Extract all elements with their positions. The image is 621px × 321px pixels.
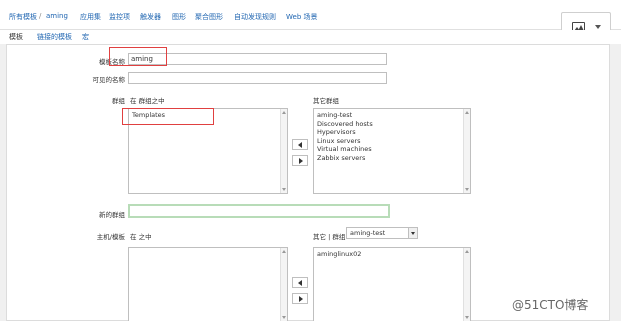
applications-link[interactable]: 应用集: [80, 12, 101, 22]
scrollbar[interactable]: [463, 248, 470, 321]
move-left-button[interactable]: [292, 139, 308, 150]
scrollbar[interactable]: [280, 109, 287, 193]
list-item[interactable]: aming-test: [317, 111, 467, 120]
template-name-input[interactable]: aming: [128, 53, 387, 65]
graphs-link[interactable]: 图形: [172, 12, 186, 22]
template-form: [6, 44, 610, 321]
new-group-label: 新的群组: [99, 211, 125, 219]
tab-bar: 模板 链接的模板 宏: [0, 30, 621, 45]
triggers-link[interactable]: 触发器: [140, 12, 161, 22]
groups-in-list[interactable]: Templates: [128, 108, 288, 194]
list-item[interactable]: Zabbix servers: [317, 154, 467, 163]
top-nav-bar: 所有模板 / aming 应用集 监控项 触发器 图形 聚合图形 自动发现规则 …: [0, 0, 621, 30]
web-scenarios-link[interactable]: Web 场景: [286, 12, 318, 22]
move-right-button[interactable]: [292, 155, 308, 166]
tab-linked-templates[interactable]: 链接的模板: [37, 32, 72, 42]
list-item[interactable]: Linux servers: [317, 137, 467, 146]
groups-in-label: 在 群组之中: [130, 97, 165, 105]
move-right-button[interactable]: [292, 293, 308, 304]
discovery-rules-link[interactable]: 自动发现规则: [234, 12, 276, 22]
tab-template[interactable]: 模板: [9, 32, 23, 45]
template-name-label: 模板名称: [99, 58, 125, 66]
other-groups-list[interactable]: aming-test Discovered hosts Hypervisors …: [313, 108, 471, 194]
other-groups-label: 其它群组: [313, 97, 339, 105]
visible-name-input[interactable]: [128, 72, 387, 84]
move-left-button[interactable]: [292, 277, 308, 288]
scrollbar[interactable]: [463, 109, 470, 193]
screens-link[interactable]: 聚合图形: [195, 12, 223, 22]
tab-macros[interactable]: 宏: [82, 32, 89, 42]
chevron-down-icon: [408, 228, 417, 238]
groups-label: 群组: [112, 97, 125, 105]
watermark: @51CTO博客: [512, 298, 589, 312]
list-item[interactable]: Hypervisors: [317, 128, 467, 137]
hosts-templates-label: 主机/模板: [96, 233, 125, 241]
current-template-link[interactable]: aming: [46, 12, 68, 20]
list-item[interactable]: Discovered hosts: [317, 120, 467, 129]
host-group-select[interactable]: aming-test: [346, 227, 418, 239]
items-link[interactable]: 监控项: [109, 12, 130, 22]
other-hosts-label: 其它 | 群组: [313, 233, 346, 241]
other-hosts-list[interactable]: aminglinux02: [313, 247, 471, 321]
chevron-down-icon: [595, 25, 601, 29]
list-item[interactable]: aminglinux02: [317, 250, 467, 259]
list-item[interactable]: Templates: [132, 111, 284, 120]
host-group-select-value: aming-test: [350, 229, 386, 237]
new-group-input[interactable]: [128, 204, 390, 218]
breadcrumb-separator: /: [39, 12, 42, 20]
hosts-in-list[interactable]: [128, 247, 288, 321]
all-templates-link[interactable]: 所有模板: [9, 12, 37, 22]
scrollbar[interactable]: [280, 248, 287, 321]
visible-name-label: 可见的名称: [92, 76, 126, 84]
hosts-in-label: 在 之中: [130, 233, 152, 241]
list-item[interactable]: Virtual machines: [317, 145, 467, 154]
